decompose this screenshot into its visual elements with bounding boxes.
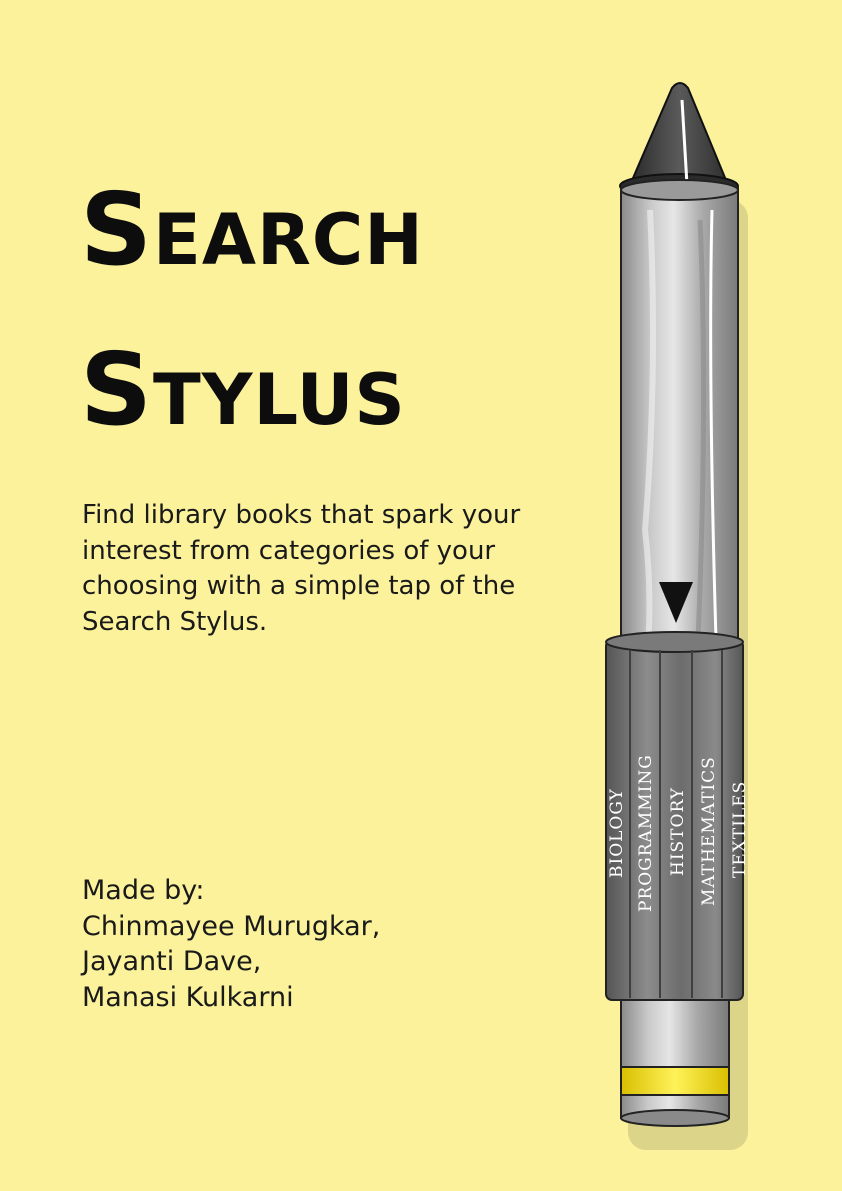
- author-name: Manasi Kulkarni: [82, 981, 294, 1013]
- category-label[interactable]: PROGRAMMING: [636, 754, 656, 912]
- author-name: Chinmayee Murugkar,: [82, 910, 381, 942]
- category-label[interactable]: TEXTILES: [730, 781, 750, 878]
- stylus-illustration: BIOLOGY PROGRAMMING HISTORY MATHEMATICS …: [605, 82, 750, 1150]
- author-name: Jayanti Dave,: [82, 946, 262, 977]
- yellow-band: [620, 1066, 730, 1096]
- title-line-1: Search: [80, 171, 424, 288]
- description-text: Find library books that spark your inter…: [82, 500, 521, 637]
- page-title: Search Stylus: [80, 150, 424, 470]
- credits-heading: Made by:: [82, 875, 205, 906]
- title-line-2: Stylus: [80, 331, 406, 448]
- category-label[interactable]: HISTORY: [668, 787, 688, 876]
- category-label[interactable]: MATHEMATICS: [699, 756, 719, 906]
- category-label[interactable]: BIOLOGY: [607, 788, 627, 878]
- category-sleeve[interactable]: BIOLOGY PROGRAMMING HISTORY MATHEMATICS …: [605, 631, 750, 1001]
- credits-block: Made by: Chinmayee Murugkar, Jayanti Dav…: [82, 873, 502, 1015]
- stylus-lower-body: [620, 999, 730, 1127]
- stylus-body: [620, 179, 739, 649]
